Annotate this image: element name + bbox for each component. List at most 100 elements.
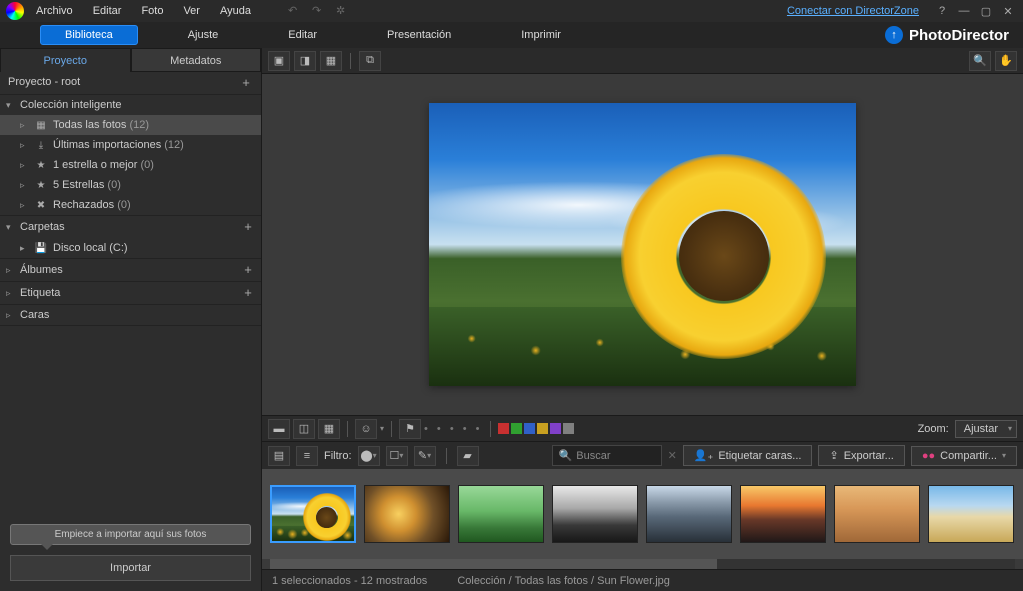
view-single-icon[interactable]: ▣ (268, 51, 290, 71)
side-tab-metadatos[interactable]: Metadatos (131, 48, 262, 72)
menu-editar[interactable]: Editar (85, 3, 130, 19)
color-swatch[interactable] (550, 423, 561, 434)
thumb-sunflower[interactable] (270, 485, 356, 543)
side-tab-proyecto[interactable]: Proyecto (0, 48, 131, 72)
thumbnail-strip (262, 469, 1023, 559)
tab-editar[interactable]: Editar (268, 25, 337, 45)
thumb-sunset[interactable] (740, 485, 826, 543)
thumb-spiral[interactable] (364, 485, 450, 543)
status-selection: 1 seleccionados - 12 mostrados (272, 575, 427, 587)
tree-item-disk[interactable]: ▸ 💾 Disco local (C:) (0, 238, 261, 258)
import-button[interactable]: Importar (10, 555, 251, 581)
layout-1-icon[interactable]: ▬ (268, 419, 290, 439)
tree-albums[interactable]: ▹ Álbumes + (0, 259, 261, 281)
caret-right-icon: ▹ (20, 160, 30, 171)
menu-ver[interactable]: Ver (175, 3, 208, 19)
caret-right-icon: ▹ (6, 265, 16, 276)
tree-item-five-star[interactable]: ▹ ★ 5 Estrellas (0) (0, 175, 261, 195)
undo-icon[interactable]: ↶ (288, 4, 302, 18)
settings-icon[interactable]: ✲ (336, 4, 350, 18)
caret-right-icon: ▹ (20, 120, 30, 131)
tree-item-last-imports[interactable]: ▹ ⤓ Últimas importaciones (12) (0, 135, 261, 155)
sort-order-icon[interactable]: ≡ (296, 446, 318, 466)
caret-down-icon: ▾ (6, 100, 16, 111)
tab-ajuste[interactable]: Ajuste (168, 25, 239, 45)
albums-add-icon[interactable]: + (241, 263, 255, 277)
item-label: Todas las fotos (53, 119, 126, 131)
flag-icon[interactable]: ⚑ (399, 419, 421, 439)
face-tag-icon[interactable]: ☺ (355, 419, 377, 439)
color-swatch[interactable] (524, 423, 535, 434)
color-swatch[interactable] (498, 423, 509, 434)
zoom-value: Ajustar (964, 423, 998, 435)
zoom-tool-icon[interactable]: 🔍 (969, 51, 991, 71)
preview-toolbar: ▣ ◨ ▦ ⧉ 🔍 ✋ (262, 48, 1023, 74)
search-placeholder: Buscar (576, 450, 610, 462)
view-grid-icon[interactable]: ▦ (320, 51, 342, 71)
export-button[interactable]: ⇪ Exportar... (818, 445, 904, 466)
tree-item-rejected[interactable]: ▹ ✖ Rechazados (0) (0, 195, 261, 215)
share-icon: ●● (922, 450, 935, 462)
project-add-icon[interactable]: + (239, 76, 253, 90)
tree-item-one-star[interactable]: ▹ ★ 1 estrella o mejor (0) (0, 155, 261, 175)
menu-ayuda[interactable]: Ayuda (212, 3, 259, 19)
minimize-icon[interactable]: — (955, 4, 973, 18)
reject-icon: ✖ (34, 198, 48, 212)
rating-dots[interactable]: • • • • • (424, 423, 482, 435)
close-icon[interactable]: ✕ (999, 4, 1017, 18)
caret-right-icon: ▹ (6, 288, 16, 299)
layout-3-icon[interactable]: ▦ (318, 419, 340, 439)
search-input[interactable]: 🔍 Buscar (552, 445, 662, 466)
directorzone-link[interactable]: Conectar con DirectorZone (787, 5, 919, 17)
item-label: Rechazados (53, 199, 114, 211)
pan-tool-icon[interactable]: ✋ (995, 51, 1017, 71)
caret-right-icon: ▹ (20, 200, 30, 211)
color-swatch[interactable] (563, 423, 574, 434)
scroll-thumb[interactable] (270, 559, 717, 569)
item-label: 1 estrella o mejor (53, 159, 137, 171)
menu-archivo[interactable]: Archivo (28, 3, 81, 19)
filter-star-icon[interactable]: ✎▾ (414, 446, 436, 466)
view-dual-icon[interactable]: ⧉ (359, 51, 381, 71)
help-icon[interactable]: ? (933, 4, 951, 18)
thumb-cat[interactable] (834, 485, 920, 543)
tab-biblioteca[interactable]: Biblioteca (40, 25, 138, 45)
preview-image[interactable] (429, 103, 856, 386)
maximize-icon[interactable]: ▢ (977, 4, 995, 18)
photos-icon: ▦ (34, 118, 48, 132)
color-swatch[interactable] (537, 423, 548, 434)
filter-tag-icon[interactable]: ⬤▾ (358, 446, 380, 466)
tab-imprimir[interactable]: Imprimir (501, 25, 581, 45)
sort-icon[interactable]: ▤ (268, 446, 290, 466)
tree-folders[interactable]: ▾ Carpetas + (0, 216, 261, 238)
filter-flag-icon[interactable]: ☐▾ (386, 446, 408, 466)
thumb-bike[interactable] (458, 485, 544, 543)
tree-etiqueta[interactable]: ▹ Etiqueta + (0, 282, 261, 304)
clear-search-icon[interactable]: ✕ (668, 449, 677, 462)
etiqueta-add-icon[interactable]: + (241, 286, 255, 300)
tag-faces-button[interactable]: 👤₊ Etiquetar caras... (683, 445, 813, 466)
titlebar: Archivo Editar Foto Ver Ayuda ↶ ↷ ✲ Cone… (0, 0, 1023, 22)
zoom-select[interactable]: Ajustar ▾ (955, 420, 1017, 438)
color-swatch[interactable] (511, 423, 522, 434)
view-compare-icon[interactable]: ◨ (294, 51, 316, 71)
tree-smart-collection[interactable]: ▾ Colección inteligente (0, 95, 261, 115)
thumb-mountain[interactable] (646, 485, 732, 543)
item-count: (0) (117, 199, 130, 211)
caret-right-icon: ▹ (20, 180, 30, 191)
view-options-bar: ▬ ◫ ▦ ☺ ▾ ⚑ • • • • • Zoom: Ajustar ▾ (262, 415, 1023, 441)
share-button[interactable]: ●● Compartir... ▾ (911, 446, 1017, 466)
thumb-bridge[interactable] (552, 485, 638, 543)
stack-icon[interactable]: ▰ (457, 446, 479, 466)
tab-presentacion[interactable]: Presentación (367, 25, 471, 45)
thumb-beach[interactable] (928, 485, 1014, 543)
tree-caras[interactable]: ▹ Caras (0, 305, 261, 325)
layout-2-icon[interactable]: ◫ (293, 419, 315, 439)
item-count: (0) (107, 179, 120, 191)
thumb-scrollbar[interactable] (270, 559, 1015, 569)
redo-icon[interactable]: ↷ (312, 4, 326, 18)
chevron-down-icon[interactable]: ▾ (380, 424, 384, 433)
folders-add-icon[interactable]: + (241, 220, 255, 234)
menu-foto[interactable]: Foto (133, 3, 171, 19)
tree-item-all-photos[interactable]: ▹ ▦ Todas las fotos (12) (0, 115, 261, 135)
